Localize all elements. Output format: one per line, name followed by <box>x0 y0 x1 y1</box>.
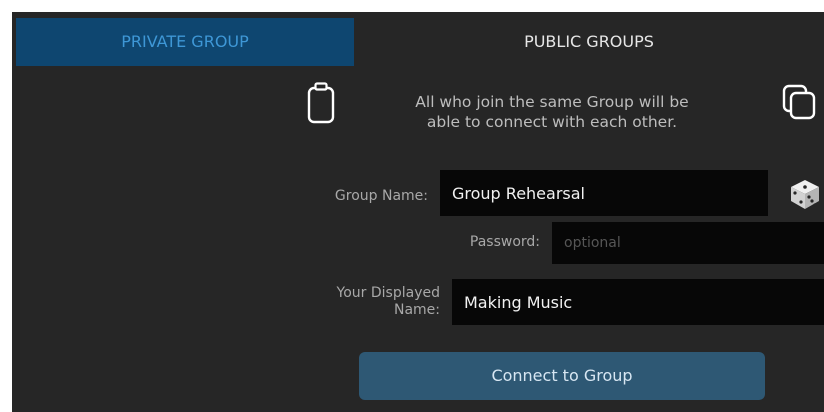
group-panel: PRIVATE GROUP PUBLIC GROUPS All who join… <box>12 12 824 412</box>
password-label: Password: <box>469 234 540 250</box>
tab-public-groups[interactable]: PUBLIC GROUPS <box>354 18 824 66</box>
info-text: All who join the same Group will be able… <box>372 92 732 132</box>
displayed-name-label: Your Displayed Name: <box>262 285 440 319</box>
group-name-label: Group Name: <box>334 188 428 204</box>
clipboard-icon[interactable] <box>307 82 335 124</box>
copy-icon[interactable] <box>782 84 816 120</box>
info-line-1: All who join the same Group will be <box>415 93 689 111</box>
displayed-name-label-line-2: Name: <box>393 302 440 318</box>
tab-private-group[interactable]: PRIVATE GROUP <box>16 18 354 66</box>
dice-icon[interactable] <box>788 177 822 211</box>
password-input[interactable] <box>552 222 824 264</box>
connect-to-group-button[interactable]: Connect to Group <box>359 352 765 400</box>
info-line-2: able to connect with each other. <box>426 113 678 131</box>
displayed-name-input[interactable] <box>452 279 824 325</box>
tab-bar: PRIVATE GROUP PUBLIC GROUPS <box>12 18 824 66</box>
group-name-input[interactable] <box>440 170 768 216</box>
displayed-name-label-line-1: Your Displayed <box>336 285 440 301</box>
